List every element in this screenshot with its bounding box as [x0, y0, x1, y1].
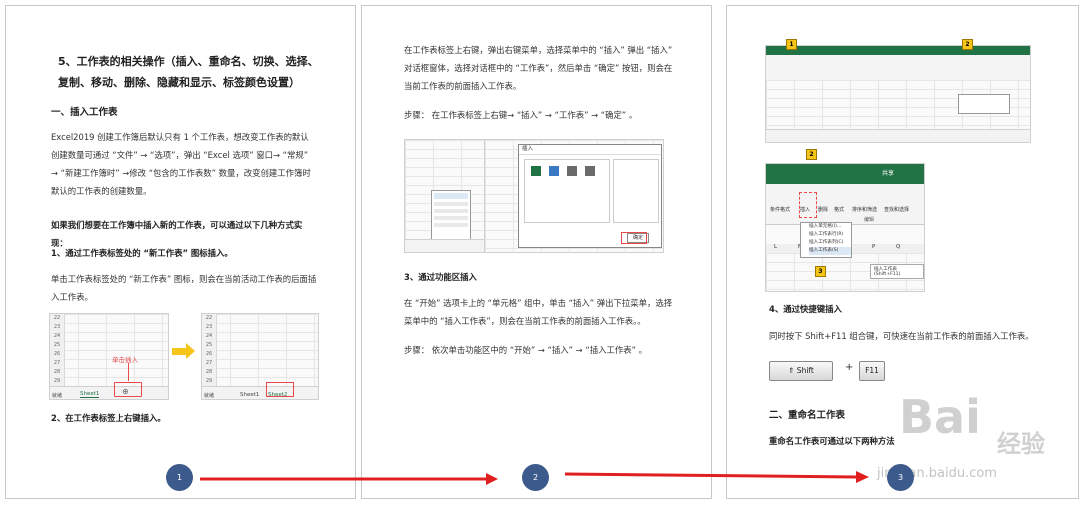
arrowhead-icon [486, 473, 498, 485]
arrowhead-icon [856, 471, 869, 483]
flow-arrow-line [564, 472, 857, 479]
flow-arrows [200, 471, 869, 485]
